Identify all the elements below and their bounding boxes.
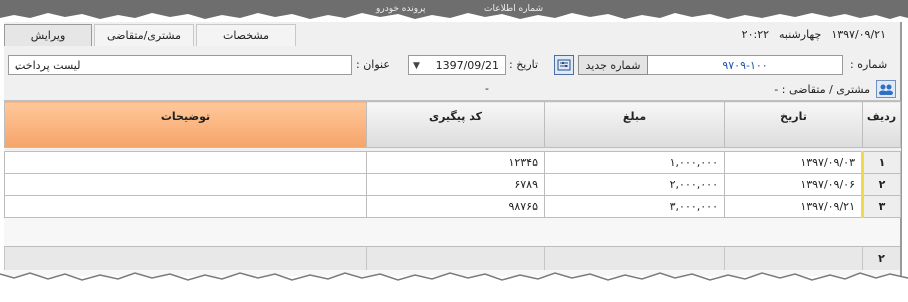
cell-amount[interactable]: ۲,۰۰۰,۰۰۰ [544,173,725,196]
title-select[interactable]: لیست پرداخت [8,55,352,75]
cell-amount[interactable]: ۳,۰۰۰,۰۰۰ [544,195,725,218]
cell-date[interactable]: ۱۳۹۷/۰۹/۰۳ [724,151,863,174]
table-row[interactable]: ۱ ۱۳۹۷/۰۹/۰۳ ۱,۰۰۰,۰۰۰ ۱۲۳۴۵ [4,151,901,174]
date-label: تاریخ : [509,58,539,71]
column-header-row[interactable]: ردیف [862,101,901,148]
tab-bar: ویرایش مشتری/متقاضی مشخصات [4,24,300,48]
footer-cell [724,247,862,270]
users-icon[interactable] [876,80,896,98]
new-number-button[interactable]: شماره جدید [578,55,648,75]
title-label: عنوان : [356,58,390,71]
column-header-code[interactable]: کد پیگیری [366,101,545,148]
time-text: ۲۰:۲۲ [741,28,770,41]
date-dropdown-icon[interactable]: ▼ [413,61,420,71]
grid-footer: ۲ [4,246,900,270]
date-text: ۱۳۹۷/۰۹/۲۱ [831,28,886,41]
cell-description[interactable] [4,151,367,174]
number-field[interactable]: ۹۷۰۹-۱۰۰ [647,55,843,75]
customer-label: مشتری / متقاضی : - [774,82,870,96]
cell-description[interactable] [4,173,367,196]
dash-text: - [485,82,489,95]
tab-edit[interactable]: ویرایش [4,24,92,46]
date-picker[interactable]: 1397/09/21 [408,55,506,75]
footer-count: ۲ [862,247,900,270]
cell-date[interactable]: ۱۳۹۷/۰۹/۰۶ [724,173,863,196]
payments-grid: ردیف تاریخ مبلغ کد پیگیری توضیحات ۱ ۱۳۹۷… [4,100,901,276]
tab-specs[interactable]: مشخصات [196,24,296,46]
date-picker-value: 1397/09/21 [435,58,499,72]
footer-cell [544,247,724,270]
cell-amount[interactable]: ۱,۰۰۰,۰۰۰ [544,151,725,174]
top-tab-2[interactable]: شماره اطلاعات [484,4,543,18]
footer-cell [366,247,544,270]
column-header-date[interactable]: تاریخ [724,101,863,148]
cell-description[interactable] [4,195,367,218]
column-header-description[interactable]: توضیحات [4,101,367,148]
row-number: ۱ [861,151,901,174]
tab-customer[interactable]: مشتری/متقاضی [94,24,194,46]
table-row[interactable]: ۳ ۱۳۹۷/۰۹/۲۱ ۳,۰۰۰,۰۰۰ ۹۸۷۶۵ [4,195,901,218]
calculator-icon[interactable] [554,55,574,75]
payments-table: ردیف تاریخ مبلغ کد پیگیری توضیحات ۱ ۱۳۹۷… [4,101,901,218]
cell-code[interactable]: ۶۷۸۹ [366,173,545,196]
row-number: ۳ [861,195,901,218]
table-row[interactable]: ۲ ۱۳۹۷/۰۹/۰۶ ۲,۰۰۰,۰۰۰ ۶۷۸۹ [4,173,901,196]
cell-code[interactable]: ۱۲۳۴۵ [366,151,545,174]
title-select-value: لیست پرداخت [15,58,81,72]
number-label: شماره : [850,58,888,71]
chevron-down-icon[interactable]: ⌄ [13,60,22,73]
row-number: ۲ [861,173,901,196]
top-tab-1[interactable]: پرونده خودرو [376,4,426,18]
footer-cell [4,247,366,270]
datetime-display: ۱۳۹۷/۰۹/۲۱ چهارشنبه ۲۰:۲۲ [742,28,886,41]
customer-row: مشتری / متقاضی : - [774,80,896,98]
column-header-amount[interactable]: مبلغ [544,101,725,148]
torn-bottom-edge [0,272,908,302]
day-text: چهارشنبه [779,28,822,41]
payment-window: ویرایش مشتری/متقاضی مشخصات ۱۳۹۷/۰۹/۲۱ چه… [4,22,902,276]
cell-date[interactable]: ۱۳۹۷/۰۹/۲۱ [724,195,863,218]
cell-code[interactable]: ۹۸۷۶۵ [366,195,545,218]
